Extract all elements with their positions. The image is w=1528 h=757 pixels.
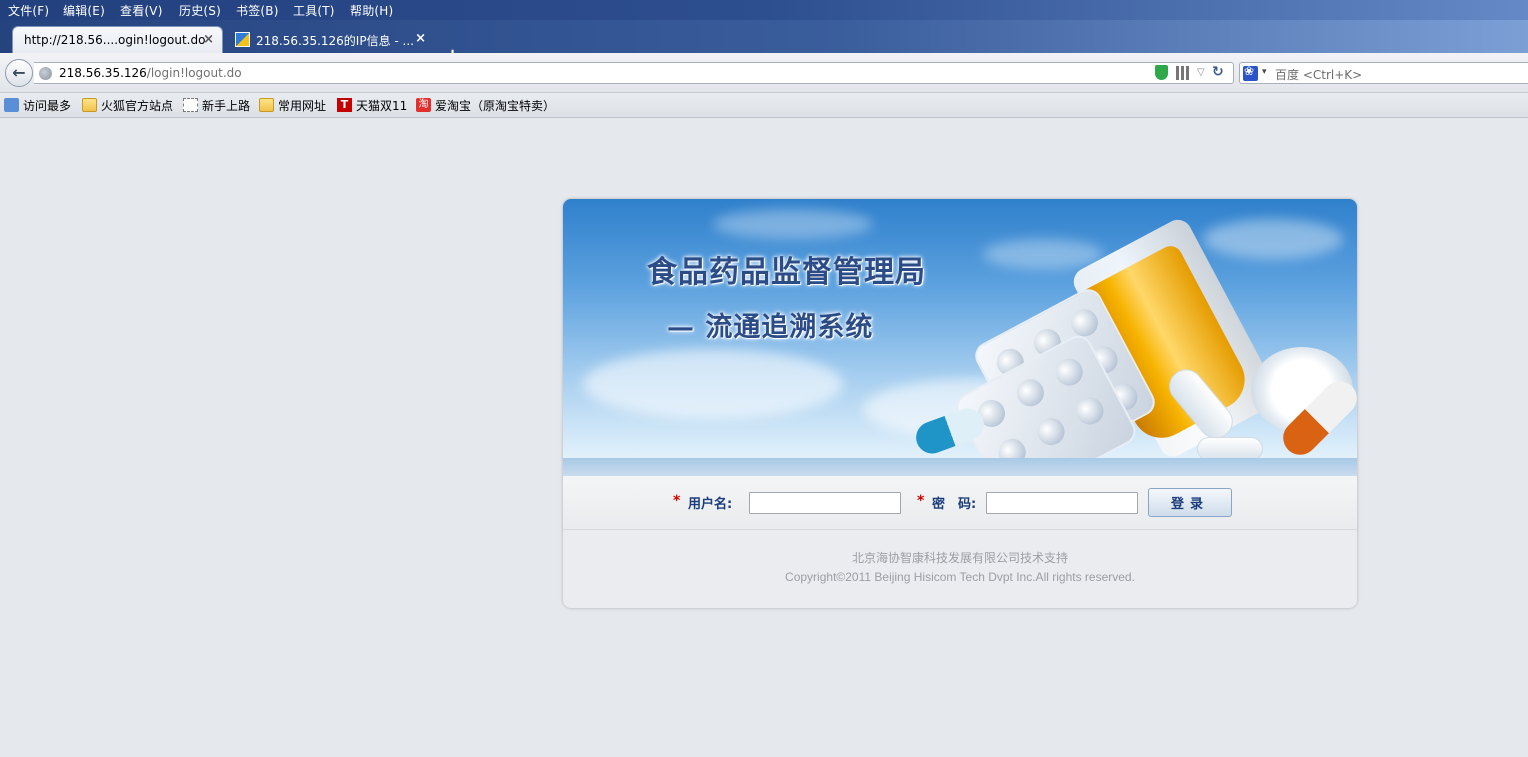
back-arrow-icon: ← — [12, 63, 26, 82]
white-pill-graphic — [1197, 437, 1263, 458]
menu-view[interactable]: 查看(V) — [120, 2, 163, 19]
menu-bookmarks[interactable]: 书签(B) — [236, 2, 279, 19]
address-bar[interactable]: 218.56.35.126/login!logout.do ▽ ↻ — [34, 62, 1234, 84]
bookmarks-bar: 访问最多 火狐官方站点 新手上路 常用网址 T 天猫双11 淘 爱淘宝（原淘宝特… — [0, 93, 1528, 118]
password-input[interactable] — [986, 492, 1138, 514]
chevron-down-icon[interactable]: ▽ — [1197, 67, 1205, 78]
tab-strip: http://218.56....ogin!logout.do × 218.56… — [0, 20, 1528, 65]
folder-icon — [82, 98, 97, 112]
tab-login[interactable]: http://218.56....ogin!logout.do × — [12, 26, 223, 53]
back-button[interactable]: ← — [5, 59, 33, 87]
banner-divider — [563, 458, 1357, 476]
url-text[interactable]: 218.56.35.126/login!logout.do — [59, 66, 242, 80]
login-form: * 用户名: * 密 码: 登录 — [563, 476, 1357, 530]
page-icon — [183, 98, 198, 112]
username-label: 用户名: — [688, 497, 733, 512]
close-tab-icon[interactable]: × — [415, 31, 426, 46]
required-mark: * — [917, 493, 925, 509]
menu-file[interactable]: 文件(F) — [8, 2, 49, 19]
globe-icon — [39, 67, 52, 80]
banner-image: 食品药品监督管理局 — 流通追溯系统 — [563, 199, 1357, 458]
qr-code-icon[interactable] — [1176, 66, 1190, 80]
reload-icon[interactable]: ↻ — [1212, 64, 1224, 80]
search-bar[interactable]: ▾ 百度 <Ctrl+K> — [1239, 62, 1528, 84]
navigation-bar: ← 218.56.35.126/login!logout.do ▽ ↻ ▾ 百度… — [0, 53, 1528, 93]
baidu-icon[interactable] — [1243, 64, 1258, 81]
shield-icon[interactable] — [1155, 65, 1168, 80]
search-placeholder[interactable]: 百度 <Ctrl+K> — [1275, 66, 1362, 83]
tab-title: http://218.56....ogin!logout.do — [24, 33, 206, 47]
tmall-icon: T — [337, 98, 352, 112]
folder-icon — [259, 98, 274, 112]
menu-tools[interactable]: 工具(T) — [293, 2, 335, 19]
search-icon — [4, 98, 19, 112]
menu-edit[interactable]: 编辑(E) — [63, 2, 105, 19]
system-subtitle: — 流通追溯系统 — [667, 312, 874, 343]
close-tab-icon[interactable]: × — [203, 32, 214, 47]
required-mark: * — [673, 493, 681, 509]
taobao-icon: 淘 — [416, 98, 431, 112]
login-panel: 食品药品监督管理局 — 流通追溯系统 * 用户名: * 密 码: 登录 北京海协… — [563, 199, 1357, 608]
menu-help[interactable]: 帮助(H) — [350, 2, 393, 19]
username-input[interactable] — [749, 492, 901, 514]
chevron-down-icon[interactable]: ▾ — [1262, 67, 1267, 77]
tech-support-text: 北京海协智康科技发展有限公司技术支持 — [851, 551, 1068, 565]
site-favicon-icon — [235, 32, 250, 47]
tab-ip-info[interactable]: 218.56.35.126的IP信息 - ... × — [226, 26, 434, 53]
menu-bar: 文件(F) 编辑(E) 查看(V) 历史(S) 书签(B) 工具(T) 帮助(H… — [0, 0, 1528, 20]
password-label: 密 码: — [932, 497, 977, 512]
tab-title: 218.56.35.126的IP信息 - ... — [256, 34, 414, 48]
login-button[interactable]: 登录 — [1148, 488, 1232, 517]
menu-history[interactable]: 历史(S) — [179, 2, 221, 19]
system-title: 食品药品监督管理局 — [647, 255, 926, 290]
copyright-text: Copyright©2011 Beijing Hisicom Tech Dvpt… — [785, 570, 1135, 584]
